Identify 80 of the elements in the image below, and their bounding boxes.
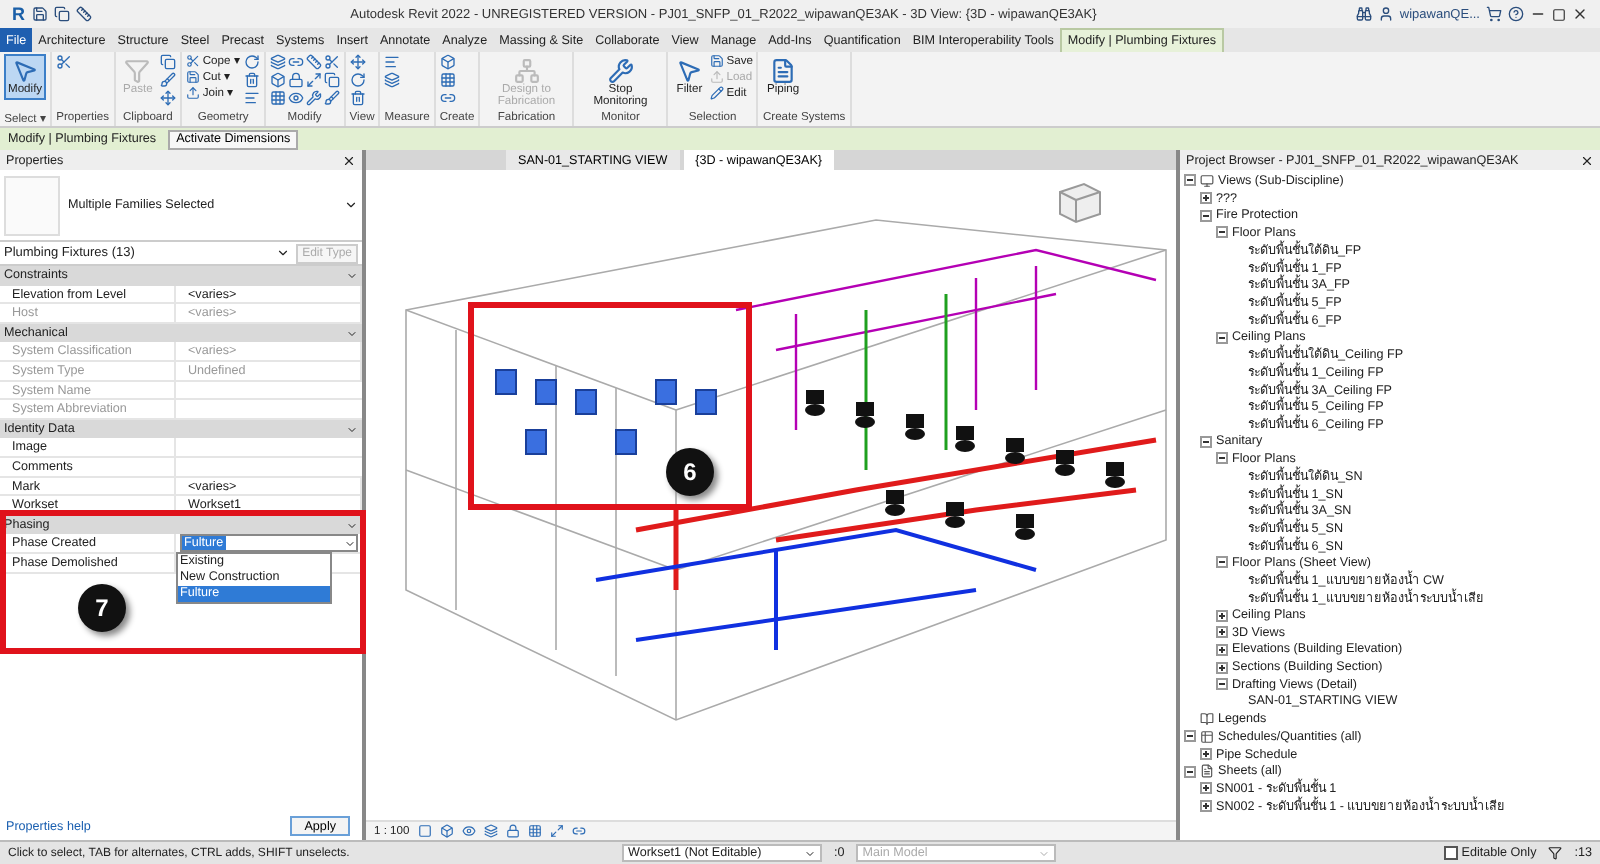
collapse-icon[interactable] bbox=[1184, 765, 1196, 778]
tool-icon[interactable] bbox=[160, 54, 177, 70]
tool-icon[interactable] bbox=[384, 72, 401, 88]
dropdown-icon bbox=[276, 246, 291, 260]
tool-icon[interactable] bbox=[305, 54, 322, 70]
dropdown-icon bbox=[804, 847, 816, 859]
cart-icon[interactable] bbox=[1486, 6, 1502, 22]
maximize-icon[interactable] bbox=[1552, 7, 1566, 21]
collapse-icon[interactable] bbox=[1184, 174, 1196, 187]
tool-icon[interactable] bbox=[269, 90, 286, 106]
tool-icon[interactable] bbox=[56, 54, 73, 70]
tool-icon[interactable] bbox=[349, 90, 366, 106]
tool-icon[interactable] bbox=[287, 54, 304, 70]
tool-icon[interactable] bbox=[384, 54, 401, 70]
help-icon[interactable] bbox=[1508, 6, 1524, 22]
tool-icon[interactable] bbox=[323, 90, 340, 106]
close-icon[interactable] bbox=[1572, 6, 1588, 22]
tool-icon bbox=[513, 58, 540, 84]
collapse-icon[interactable] bbox=[1216, 678, 1228, 691]
expand-icon[interactable] bbox=[1200, 800, 1212, 813]
category-icon bbox=[1200, 173, 1214, 188]
tool-icon[interactable] bbox=[269, 54, 286, 70]
tool-icon[interactable] bbox=[305, 72, 322, 88]
tool-icon[interactable] bbox=[439, 72, 456, 88]
tool-icon[interactable] bbox=[269, 72, 286, 88]
dropdown-icon[interactable] bbox=[344, 198, 358, 212]
tool-icon bbox=[770, 58, 797, 84]
category-icon bbox=[1200, 764, 1214, 779]
expand-icon[interactable] bbox=[1216, 609, 1228, 622]
tool-icon[interactable] bbox=[287, 72, 304, 88]
collapse-icon[interactable] bbox=[1184, 730, 1196, 743]
collapse-icon[interactable] bbox=[1200, 435, 1212, 448]
close-icon[interactable] bbox=[1580, 153, 1594, 167]
close-icon[interactable] bbox=[342, 153, 356, 167]
collapse-icon[interactable] bbox=[1216, 452, 1228, 465]
view-control-icon[interactable] bbox=[417, 824, 432, 838]
view-control-icon[interactable] bbox=[439, 824, 454, 838]
collapse-icon[interactable] bbox=[1216, 331, 1228, 344]
view-control-icon[interactable] bbox=[527, 824, 542, 838]
collapse-icon[interactable] bbox=[1200, 209, 1212, 222]
copy-icon[interactable] bbox=[53, 6, 69, 22]
tool-icon bbox=[12, 58, 39, 84]
view-control-icon[interactable] bbox=[461, 824, 476, 838]
tool-icon[interactable] bbox=[439, 90, 456, 106]
expand-icon[interactable] bbox=[1216, 661, 1228, 674]
tool-icon[interactable] bbox=[349, 54, 366, 70]
app-logo[interactable]: R bbox=[12, 4, 25, 24]
editable-only-checkbox[interactable] bbox=[1443, 846, 1458, 860]
dropdown-icon bbox=[1038, 847, 1051, 859]
expand-icon[interactable] bbox=[1200, 748, 1212, 761]
tool-icon[interactable] bbox=[305, 90, 322, 106]
tool-icon bbox=[607, 58, 634, 84]
view-control-icon[interactable] bbox=[483, 824, 498, 838]
tool-icon[interactable] bbox=[243, 90, 260, 106]
view-control-icon[interactable] bbox=[571, 824, 586, 838]
filter-icon[interactable] bbox=[1548, 846, 1563, 860]
dropdown-icon bbox=[344, 537, 356, 550]
user-icon[interactable] bbox=[1377, 6, 1394, 22]
collapse-icon[interactable] bbox=[1216, 226, 1228, 239]
expand-icon[interactable] bbox=[1200, 782, 1212, 795]
view-control-icon[interactable] bbox=[505, 824, 520, 838]
save-icon[interactable] bbox=[31, 6, 47, 22]
tool-icon[interactable] bbox=[243, 54, 260, 70]
tool-icon bbox=[124, 58, 151, 84]
tool-icon[interactable] bbox=[160, 72, 177, 88]
tool-icon[interactable] bbox=[349, 72, 366, 88]
tool-icon[interactable] bbox=[160, 90, 177, 106]
binoculars-icon[interactable] bbox=[1355, 6, 1372, 22]
tool-icon[interactable] bbox=[323, 54, 340, 70]
expand-icon[interactable] bbox=[1216, 643, 1228, 656]
collapse-icon[interactable] bbox=[1216, 556, 1228, 569]
ruler-icon[interactable] bbox=[75, 6, 91, 22]
tool-icon[interactable] bbox=[323, 72, 340, 88]
expand-icon[interactable] bbox=[1200, 192, 1212, 205]
expand-icon[interactable] bbox=[1216, 626, 1228, 639]
tool-icon bbox=[676, 58, 703, 84]
tool-icon[interactable] bbox=[439, 54, 456, 70]
tool-icon[interactable] bbox=[287, 90, 304, 106]
tool-icon[interactable] bbox=[243, 72, 260, 88]
view-control-icon[interactable] bbox=[549, 824, 564, 838]
